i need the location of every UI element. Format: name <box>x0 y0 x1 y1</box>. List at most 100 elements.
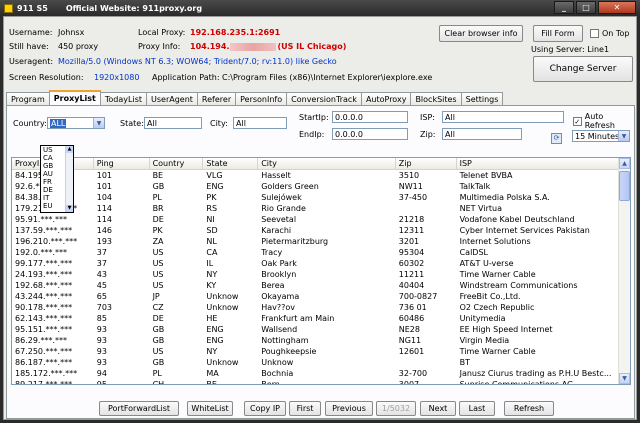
white-list-button[interactable]: WhiteList <box>187 401 233 416</box>
auto-refresh-checkbox-box[interactable]: ✓ <box>573 116 582 126</box>
cell-isp: Multimedia Polska S.A. <box>459 193 550 202</box>
cell-zip: 60486 <box>398 314 425 323</box>
auto-refresh-checkbox[interactable]: ✓ Auto Refresh <box>573 112 634 130</box>
scroll-up-icon[interactable]: ▲ <box>66 146 73 153</box>
table-row[interactable]: 84.195.***.***101BEVLGHasselt3510Telenet… <box>12 170 630 181</box>
cell-ping: 703 <box>96 303 113 312</box>
clear-browser-info-button[interactable]: Clear browser info <box>439 25 523 42</box>
column-header-country[interactable]: Country <box>150 158 204 169</box>
column-header-isp[interactable]: ISP <box>457 158 630 169</box>
tab-conversiontrack[interactable]: ConversionTrack <box>286 92 362 105</box>
chevron-down-icon[interactable]: ▼ <box>93 118 104 128</box>
country-dropdown-list: ▲ ▼ US CA GB AU FR DE IT EU <box>40 145 74 213</box>
cell-city: Sulejówek <box>261 193 302 202</box>
cell-isp: BT <box>459 358 470 367</box>
cell-isp: NET Virtua <box>459 204 502 213</box>
table-row[interactable]: 43.244.***.*** 65 JP Unknow Okayama 700-0827 F… <box>12 291 630 302</box>
scroll-up-icon[interactable]: ▲ <box>619 158 630 169</box>
tab-proxylist[interactable]: ProxyList <box>48 90 101 105</box>
refresh-interval-select[interactable]: 15 Minutes ▼ <box>572 130 630 142</box>
cell-country: CZ <box>152 303 164 312</box>
cell-country: JP <box>152 292 160 301</box>
port-forward-list-button[interactable]: PortForwardList <box>99 401 179 416</box>
start-ip-input[interactable]: 0.0.0.0 <box>332 111 408 123</box>
on-top-checkbox[interactable]: On Top <box>590 29 629 38</box>
column-header-ping[interactable]: Ping <box>94 158 150 169</box>
copy-ip-button[interactable]: Copy IP <box>244 401 286 416</box>
cell-city: Wallsend <box>261 325 298 334</box>
scroll-thumb[interactable] <box>619 171 630 201</box>
table-row[interactable]: 196.210.***.*** 193 ZA NL Pietermaritzburg 32… <box>12 236 630 247</box>
tab-autoproxy[interactable]: AutoProxy <box>360 92 412 105</box>
city-select[interactable]: All <box>233 117 287 129</box>
on-top-checkbox-box[interactable] <box>590 29 599 38</box>
cell-zip: 3510 <box>398 171 420 180</box>
cell-city: Poughkeepsie <box>261 347 317 356</box>
table-row[interactable]: 95.151.***.*** 93 GB ENG Wallsend NE28 EE High… <box>12 324 630 335</box>
table-row[interactable]: 89.217.***.*** 95 CH BE Bern 3007 Sunrise Comm… <box>12 379 630 384</box>
cell-state: NY <box>206 347 218 356</box>
dropdown-scrollbar[interactable]: ▲ ▼ <box>65 146 73 212</box>
next-page-button[interactable]: Next <box>420 401 456 416</box>
column-header-city[interactable]: City <box>258 158 396 169</box>
table-scrollbar[interactable]: ▲ ▼ <box>618 158 630 384</box>
scroll-down-icon[interactable]: ▼ <box>66 205 73 212</box>
previous-page-button[interactable]: Previous <box>325 401 373 416</box>
minimize-button[interactable]: _ <box>554 1 574 14</box>
isp-input[interactable]: All <box>442 111 564 123</box>
chevron-down-icon[interactable]: ▼ <box>618 131 629 141</box>
scroll-down-icon[interactable]: ▼ <box>619 373 630 384</box>
change-server-button[interactable]: Change Server <box>533 56 633 82</box>
country-select[interactable]: ALL ▼ <box>47 117 105 129</box>
column-header-zip[interactable]: Zip <box>396 158 457 169</box>
table-row[interactable]: 192.0.***.*** 37 US CA Tracy 95304 CalDSL <box>12 247 630 258</box>
cell-zip: NE28 <box>398 325 420 334</box>
last-page-button[interactable]: Last <box>459 401 495 416</box>
table-row[interactable]: 67.250.***.*** 93 US NY Poughkeepsie 12601 Tim… <box>12 346 630 357</box>
cell-isp: Vodafone Kabel Deutschland <box>459 215 575 224</box>
table-row[interactable]: 24.193.***.*** 43 US NY Brooklyn 11211 Time Wa… <box>12 269 630 280</box>
tab-referer[interactable]: Referer <box>196 92 237 105</box>
cell-country: GB <box>152 336 165 345</box>
table-row[interactable]: 99.177.***.*** 37 US IL Oak Park 60302 AT&T U-… <box>12 258 630 269</box>
table-row[interactable]: 185.172.***.*** 94 PL MA Bochnia 32-700 Janusz… <box>12 368 630 379</box>
tab-program[interactable]: Program <box>6 92 50 105</box>
auto-refresh-icon[interactable]: ⟳ <box>551 133 562 144</box>
table-row[interactable]: 86.29.***.*** 93 GB ENG Nottingham NG11 Virgin… <box>12 335 630 346</box>
state-select[interactable]: All <box>144 117 202 129</box>
maximize-button[interactable]: □ <box>576 1 596 14</box>
cell-country: GB <box>152 325 165 334</box>
fill-form-button[interactable]: Fill Form <box>533 25 583 42</box>
zip-input[interactable]: All <box>442 128 522 140</box>
close-button[interactable]: ✕ <box>598 1 636 14</box>
tab-todaylist[interactable]: TodayList <box>99 92 147 105</box>
column-header-state[interactable]: State <box>203 158 259 169</box>
table-row[interactable]: 92.6.***.*** 101 GB ENG Golders Green NW11 Tal… <box>12 181 630 192</box>
tab-blocksites[interactable]: BlockSites <box>410 92 462 105</box>
table-row[interactable]: 86.187.***.*** 93 GB Unknow Unknow BT <box>12 357 630 368</box>
proxy-info-value: 104.194. (US IL Chicago) <box>190 42 347 51</box>
cell-city: Rio Grande <box>261 204 306 213</box>
table-row[interactable]: 137.59.***.*** 146 PK SD Karachi 12311 Cyber I… <box>12 225 630 236</box>
table-row[interactable]: 95.91.***.*** 114 DE NI Seevetal 21218 Vodafon… <box>12 214 630 225</box>
cell-ping: 193 <box>96 237 113 246</box>
first-page-button[interactable]: First <box>289 401 321 416</box>
cell-proxyip: 192.0.***.*** <box>15 248 67 257</box>
table-row[interactable]: 192.68.***.*** 45 US KY Berea 40404 Windstream… <box>12 280 630 291</box>
tab-settings[interactable]: Settings <box>460 92 504 105</box>
table-row[interactable]: 179.216.***.***114BRRSRio GrandeNET Virt… <box>12 203 630 214</box>
cell-state: NY <box>206 270 218 279</box>
tab-personinfo[interactable]: PersonInfo <box>235 92 288 105</box>
table-row[interactable]: 62.143.***.*** 85 DE HE Frankfurt am Main 604… <box>12 313 630 324</box>
cell-isp: Internet Solutions <box>459 237 531 246</box>
table-row[interactable]: 84.38.***.***104PLPKSulejówek37-450Multi… <box>12 192 630 203</box>
table-row[interactable]: 90.178.***.*** 703 CZ Unknow Hav??ov 736 01 O2… <box>12 302 630 313</box>
cell-city: Brooklyn <box>261 270 297 279</box>
tab-useragent[interactable]: UserAgent <box>146 92 198 105</box>
cell-isp: Time Warner Cable <box>459 270 536 279</box>
cell-zip: 40404 <box>398 281 425 290</box>
refresh-button[interactable]: Refresh <box>504 401 554 416</box>
cell-proxyip: 95.91.***.*** <box>15 215 67 224</box>
cell-isp: Janusz Ciurus trading as P.H.U Bestc... <box>459 369 612 378</box>
end-ip-input[interactable]: 0.0.0.0 <box>332 128 408 140</box>
